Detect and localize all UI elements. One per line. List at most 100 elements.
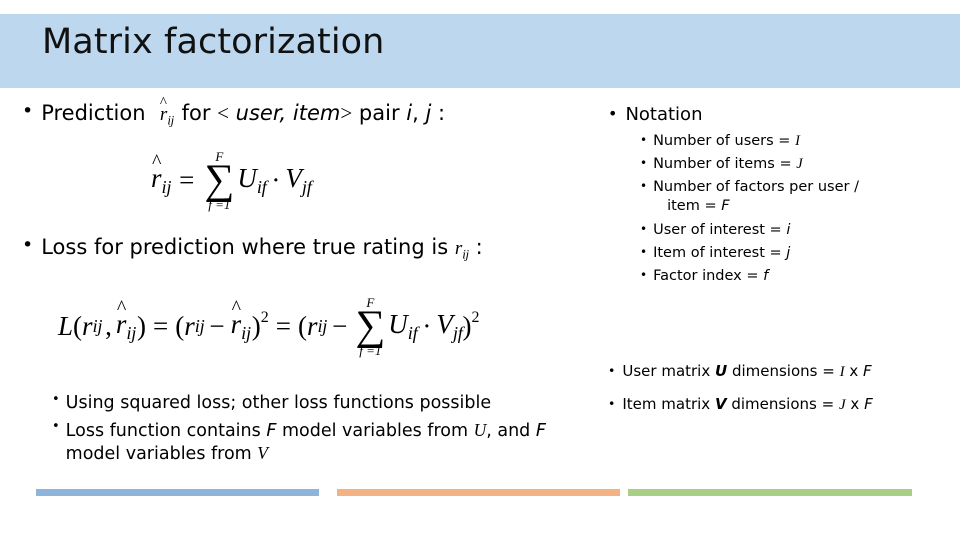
close-paren-3: ) [462, 311, 472, 342]
r-sub-1: ij [92, 316, 103, 337]
loss-colon: : [475, 235, 483, 259]
rhat-subscript: ij [167, 112, 174, 128]
u-matrix-term: Uif [388, 309, 417, 344]
notation-label: Number of users = [653, 133, 796, 149]
hat-accent: ^ [152, 150, 162, 173]
r-sub-2: ij [194, 316, 205, 337]
notation-label: User of interest = [653, 221, 787, 238]
bullet-squared-loss-text: Using squared loss; other loss functions… [65, 393, 492, 413]
matrix-item-item-text: Item matrix V dimensions = J x F [622, 395, 958, 416]
notation-label: Factor index = [653, 267, 764, 284]
notation-continuation: item = F [653, 197, 960, 216]
matrix-times: x [849, 362, 859, 380]
hat-accent: ^ [159, 95, 167, 111]
matrix-prefix: Item matrix [622, 394, 715, 413]
bullet-loss: • Loss for prediction where true rating … [22, 234, 483, 263]
notation-label: Number of items = [653, 156, 797, 173]
formula-loss: L(r ij, ^ rij) = (r ij − ^ rij) 2 = (r ij − F ∑ f … [58, 296, 480, 357]
decorative-bar-blue [36, 489, 319, 496]
equals-sign-2: = [275, 311, 291, 342]
notation-symbol: I [795, 133, 800, 149]
notation-item-factors: • Number of factors per user / item = F [640, 178, 960, 216]
prediction-lead: Prediction [41, 101, 146, 125]
rhat-inline: ^ rij [159, 95, 175, 129]
u-matrix-term: Uif [237, 163, 266, 198]
square-exponent-2: 2 [471, 308, 480, 326]
hat-accent: ^ [116, 296, 127, 319]
summation-symbol: F ∑ f =1 [355, 296, 385, 357]
pair-word: pair [358, 101, 400, 125]
bullet-prediction: • Prediction ^ rij for < user, item> pair… [22, 95, 446, 129]
matrix-dim-rows: I [839, 364, 845, 380]
decorative-bar-orange [337, 489, 620, 496]
v-base: V [285, 162, 302, 193]
bullet-glyph: • [640, 133, 648, 147]
dot-operator: · [271, 165, 281, 196]
matrix-middle: dimensions = [726, 394, 839, 413]
rhat-sub: ij [126, 323, 137, 344]
item-word: item [292, 101, 341, 125]
page-title: Matrix factorization [42, 22, 385, 62]
square-exponent-1: 2 [260, 308, 269, 326]
notation-list: • Number of users = I • Number of items … [640, 132, 960, 290]
lossfn-U: U [473, 420, 487, 440]
loss-r-subscript: ij [462, 246, 469, 262]
sigma-glyph: ∑ [355, 303, 386, 349]
r-term-2: r [184, 311, 195, 342]
prediction-mid: for [181, 101, 211, 125]
bullet-glyph: • [640, 244, 648, 259]
notation-item-user-of-interest: • User of interest = i [640, 221, 960, 240]
lossfn-F-1: F [266, 421, 277, 441]
notation-item-user-of-interest-text: User of interest = i [653, 221, 960, 240]
lossfn-and: and [491, 421, 536, 441]
matrix-dim-cols: F [864, 394, 873, 413]
comma-1: , [105, 311, 112, 342]
r-sub-3: ij [317, 316, 328, 337]
matrix-item-user-text: User matrix U dimensions = I x F [622, 362, 958, 383]
hat-accent: ^ [231, 296, 242, 319]
notation-symbol: f [763, 267, 769, 284]
notation-label: Number of factors per user / [653, 179, 859, 196]
bullet-glyph: • [608, 104, 618, 123]
matrix-symbol-u: U [715, 362, 728, 380]
lossfn-part-1: Loss function contains [65, 421, 267, 441]
rhat-sub: ij [241, 323, 251, 344]
r-term-3: r [306, 311, 318, 342]
loss-L: L [58, 311, 74, 342]
j-var: j [425, 101, 432, 125]
open-paren-1: ( [73, 311, 83, 342]
notation-heading: Notation [625, 104, 703, 125]
lossfn-part-3: model variables from [65, 444, 258, 465]
close-paren-2: ) [251, 311, 261, 342]
bullet-glyph: • [608, 363, 616, 378]
bullet-glyph: • [52, 392, 60, 407]
sum-lower-limit: f =1 [208, 197, 231, 213]
sum-lower-limit: f =1 [359, 343, 382, 359]
notation-item-items-text: Number of items = J [653, 155, 960, 174]
notation-symbol: i [786, 221, 791, 238]
u-base: U [237, 162, 257, 193]
close-paren-1: ) [137, 311, 147, 342]
equals-sign-1: = [153, 311, 169, 342]
notation-item-factor-index: • Factor index = f [640, 267, 960, 286]
formula-rhat: ^ rij [150, 151, 172, 198]
bullet-glyph: • [608, 395, 616, 411]
matrix-dim-cols: F [863, 362, 872, 380]
user-word: user, [235, 101, 287, 125]
open-paren-2: ( [175, 311, 185, 342]
minus-sign-1: − [209, 311, 225, 342]
v-base: V [436, 308, 453, 339]
notation-label: Item of interest = [653, 244, 787, 261]
minus-sign-2: − [332, 311, 348, 342]
prediction-colon: : [438, 101, 446, 125]
equals-sign: = [179, 165, 195, 196]
bullet-glyph: • [22, 100, 34, 122]
notation-item-users-text: Number of users = I [653, 132, 960, 151]
bullet-notation: • Notation [608, 104, 702, 127]
bullet-loss-text: Loss for prediction where true rating is… [41, 234, 482, 263]
bullet-glyph: • [640, 179, 648, 194]
notation-item-users: • Number of users = I [640, 132, 960, 151]
bullet-loss-function-vars-text: Loss function contains F model variables… [66, 419, 597, 466]
matrix-dimensions-list: • User matrix U dimensions = I x F • Ite… [608, 362, 958, 427]
bullet-glyph: • [52, 419, 60, 434]
